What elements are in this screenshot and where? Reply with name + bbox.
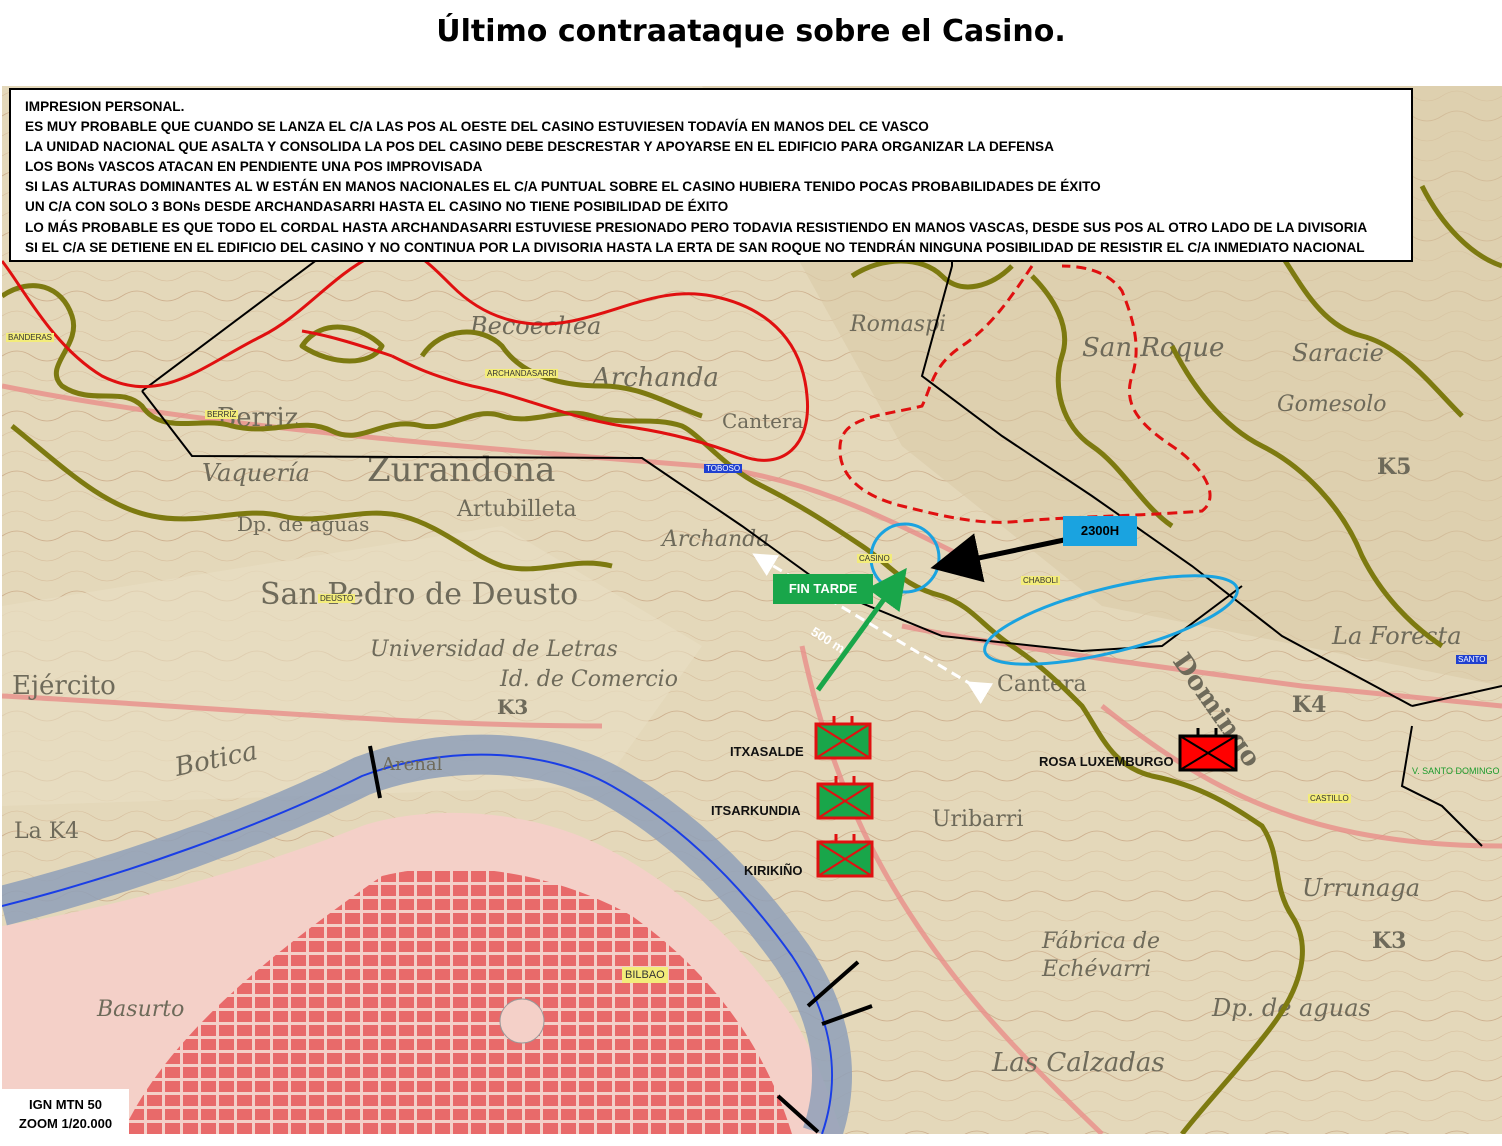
map-name-san-roque: San Roque [1082, 333, 1224, 363]
tag-castillo: CASTILLO [1308, 794, 1351, 803]
map-name-uribarri: Uribarri [932, 807, 1023, 832]
map-name-artubilleta: Artubilleta [456, 497, 577, 522]
note-line: SI EL C/A SE DETIENE EN EL EDIFICIO DEL … [25, 239, 1365, 255]
map-name-urrunaga: Urrunaga [1302, 874, 1420, 902]
tag-bilbao: BILBAO [622, 967, 668, 983]
tag-santo-domingo: V. SANTO DOMINGO [1412, 766, 1500, 776]
page-title: Último contraataque sobre el Casino. [436, 14, 1066, 49]
note-line: LOS BONs VASCOS ATACAN EN PENDIENTE UNA … [25, 159, 483, 175]
callout-fin-tarde: FIN TARDE [773, 574, 873, 604]
tag-archandasarri: ARCHANDASARRI [485, 369, 559, 378]
map-name-cantera2: Cantera [997, 672, 1087, 697]
map-name-archanda2: Archanda [660, 527, 769, 552]
tag-blue-1: TOBOSO [704, 464, 743, 473]
tag-casino: CASINO [857, 554, 892, 563]
map-name-fabrica: Fábrica de [1041, 929, 1160, 954]
scale-zoom: ZOOM 1/20.000 [18, 1116, 113, 1131]
unit-label-kirikino: KIRIKIÑO [744, 863, 803, 878]
map-name-saracie: Saracie [1292, 339, 1384, 367]
map-name-cantera: Cantera [722, 409, 804, 433]
map-name-ejercito: Ejército [12, 671, 116, 701]
tag-blue-2: SANTO [1456, 655, 1488, 664]
map-name-k4: K4 [1292, 692, 1326, 718]
map-name-k3b: K3 [1372, 928, 1406, 954]
map-name-arenal: Arenal [381, 754, 443, 775]
note-line: IMPRESION PERSONAL. [25, 99, 185, 114]
map-name-gomesolo: Gomesolo [1277, 392, 1387, 417]
tag-chaboli: CHABOLI [1021, 576, 1061, 585]
map-name-k5: K5 [1377, 454, 1411, 480]
note-line: LA UNIDAD NACIONAL QUE ASALTA Y CONSOLID… [25, 139, 1054, 155]
tag-banderas: BANDERAS [6, 333, 55, 342]
scale-source: IGN MTN 50 [29, 1097, 102, 1112]
tag-berriz: BERRIZ [205, 410, 239, 419]
map-name-k3a: K3 [497, 695, 528, 719]
callout-2300h: 2300H [1063, 516, 1137, 546]
label-san-pedro: San Pedro de Deusto [260, 577, 578, 612]
unit-label-itsarkundia: ITSARKUNDIA [711, 803, 801, 818]
note-line: UN C/A CON SOLO 3 BONs DESDE ARCHANDASAR… [25, 199, 729, 215]
map-name-basurto: Basurto [96, 997, 184, 1022]
note-line: LO MÁS PROBABLE ES QUE TODO EL CORDAL HA… [25, 219, 1368, 235]
scale-box: IGN MTN 50 ZOOM 1/20.000 [2, 1089, 129, 1137]
note-line: ES MUY PROBABLE QUE CUANDO SE LANZA EL C… [25, 119, 929, 135]
map-name-caizadas: Las Calzadas [991, 1048, 1165, 1078]
map-name-bentazar: Romaspi [849, 312, 946, 337]
tag-deusto: DEUSTO [318, 594, 356, 603]
note-line: SI LAS ALTURAS DOMINANTES AL W ESTÁN EN … [25, 179, 1101, 195]
map-name-echevarri: Echévarri [1041, 957, 1151, 982]
notes-box: IMPRESION PERSONAL. ES MUY PROBABLE QUE … [9, 88, 1413, 262]
map-name-universidad: Universidad de Letras [370, 637, 618, 662]
unit-label-itxasalde: ITXASALDE [730, 744, 804, 759]
map-name-vaqueria: Vaquería [202, 459, 310, 487]
unit-label-rosa-luxemburgo: ROSA LUXEMBURGO [1039, 754, 1174, 769]
map-name-comercio: Id. de Comercio [499, 667, 678, 692]
map-name-la-k4: La K4 [14, 819, 79, 844]
